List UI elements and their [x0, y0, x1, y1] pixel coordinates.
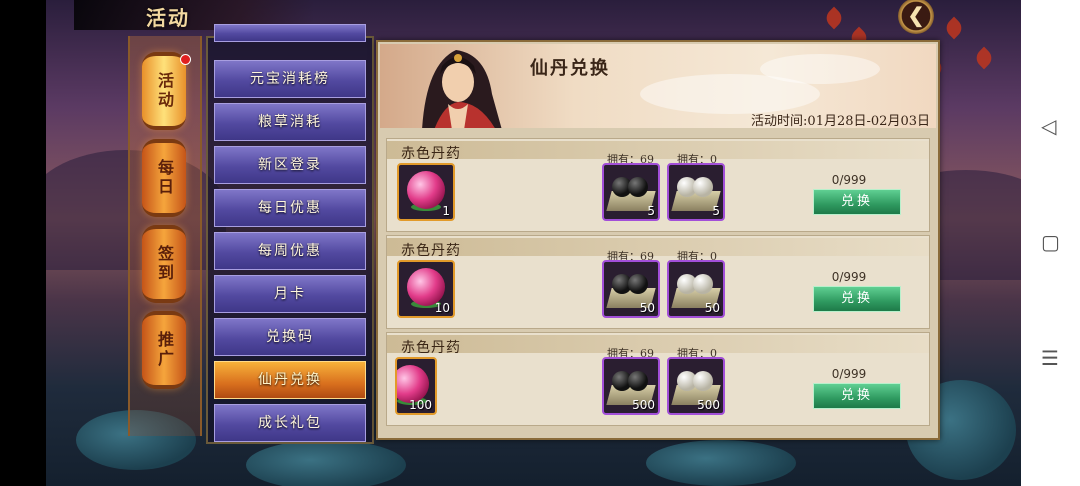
exchange-row: 赤色丹药 1 拥有：69 拥有：0 5 5 0/999 兑换: [386, 138, 930, 232]
white-pellet-icon: [693, 371, 713, 391]
lotus-pad-decor: [646, 440, 796, 486]
cost-quantity: 500: [697, 398, 720, 412]
cost-item-slot[interactable]: 50: [602, 260, 660, 318]
cost-item-slot[interactable]: 5: [602, 163, 660, 221]
menu-item-daily-deal[interactable]: 每日优惠: [214, 189, 366, 227]
page-title: 活动: [146, 6, 190, 30]
character-portrait: [422, 50, 502, 128]
exchange-button[interactable]: 兑换: [813, 383, 901, 409]
lantern-tab-daily[interactable]: 每日: [142, 139, 186, 217]
maple-leaf-decor: [822, 6, 846, 30]
exchange-count: 0/999: [831, 367, 867, 381]
reward-quantity: 1: [442, 204, 450, 218]
back-button[interactable]: ❮: [898, 0, 934, 34]
exchange-button[interactable]: 兑换: [813, 286, 901, 312]
menu-item-growth-pack[interactable]: 成长礼包: [214, 404, 366, 442]
reward-quantity: 10: [434, 301, 450, 315]
cloud-decor: [760, 54, 880, 84]
nav-menu-icon[interactable]: ☰: [1041, 346, 1059, 370]
menu-item-partial[interactable]: [214, 24, 366, 42]
black-pellet-icon: [628, 371, 648, 391]
lantern-tab-promotion[interactable]: 推广: [142, 311, 186, 389]
exchange-count: 0/999: [831, 270, 867, 284]
banner-title: 仙丹兑换: [530, 58, 610, 79]
menu-item-new-login[interactable]: 新区登录: [214, 146, 366, 184]
black-pellet-icon: [628, 177, 648, 197]
cost-quantity: 5: [712, 204, 720, 218]
event-banner: 仙丹兑换 活动时间:01月28日-02月03日: [380, 44, 936, 128]
menu-item-weekly-deal[interactable]: 每周优惠: [214, 232, 366, 270]
menu-item-redeem-code[interactable]: 兑换码: [214, 318, 366, 356]
exchange-row: 赤色丹药 10 拥有：69 拥有：0 50 50 0/999 兑换: [386, 235, 930, 329]
maple-leaf-decor: [972, 46, 996, 70]
event-time: 活动时间:01月28日-02月03日: [751, 114, 930, 128]
menu-item-yuanbao-rank[interactable]: 元宝消耗榜: [214, 60, 366, 98]
reward-item-slot[interactable]: 1: [397, 163, 455, 221]
row-header: 赤色丹药: [387, 141, 929, 162]
row-title: 赤色丹药: [401, 340, 461, 356]
cost-quantity: 50: [639, 301, 655, 315]
red-elixir-icon: [407, 171, 445, 209]
cost-item-slot[interactable]: 500: [602, 357, 660, 415]
lantern-tab-activity[interactable]: 活动: [142, 52, 186, 130]
row-header: 赤色丹药: [387, 238, 929, 259]
screen: 活动 ❮ 活动 每日 签到 推广 元宝消耗榜 粮草消耗 新区登录 每日优惠 每周…: [0, 0, 1080, 486]
menu-item-month-card[interactable]: 月卡: [214, 275, 366, 313]
cost-item-slot[interactable]: 5: [667, 163, 725, 221]
cost-quantity: 5: [647, 204, 655, 218]
cost-quantity: 50: [704, 301, 720, 315]
row-title: 赤色丹药: [401, 243, 461, 259]
notification-badge: [180, 54, 191, 65]
back-arrow-icon: ❮: [907, 3, 925, 27]
menu-item-elixir-exchange[interactable]: 仙丹兑换: [214, 361, 366, 399]
exchange-count: 0/999: [831, 173, 867, 187]
row-header: 赤色丹药: [387, 335, 929, 356]
white-pellet-icon: [693, 274, 713, 294]
game-area: 活动 ❮ 活动 每日 签到 推广 元宝消耗榜 粮草消耗 新区登录 每日优惠 每周…: [46, 0, 1021, 486]
reward-item-slot[interactable]: 100: [395, 357, 437, 415]
lotus-pad-decor: [246, 440, 406, 486]
cost-item-slot[interactable]: 500: [667, 357, 725, 415]
row-title: 赤色丹药: [401, 146, 461, 162]
nav-back-icon[interactable]: ◁: [1041, 114, 1056, 138]
white-pellet-icon: [693, 177, 713, 197]
black-pellet-icon: [628, 274, 648, 294]
maple-leaf-decor: [942, 16, 966, 40]
cost-quantity: 500: [632, 398, 655, 412]
exchange-row: 赤色丹药 100 拥有：69 拥有：0 500 500 0/999 兑换: [386, 332, 930, 426]
reward-item-slot[interactable]: 10: [397, 260, 455, 318]
cost-item-slot[interactable]: 50: [667, 260, 725, 318]
system-navigation-bar: ◁ ▢ ☰: [1021, 0, 1080, 486]
exchange-button[interactable]: 兑换: [813, 189, 901, 215]
nav-home-icon[interactable]: ▢: [1041, 230, 1060, 254]
exchange-panel: 仙丹兑换 活动时间:01月28日-02月03日 赤色丹药 1 拥有：69 拥有：…: [376, 40, 940, 440]
lantern-tab-checkin[interactable]: 签到: [142, 225, 186, 303]
menu-item-provisions[interactable]: 粮草消耗: [214, 103, 366, 141]
activity-menu: 元宝消耗榜 粮草消耗 新区登录 每日优惠 每周优惠 月卡 兑换码 仙丹兑换 成长…: [206, 24, 374, 444]
reward-quantity: 100: [409, 398, 432, 412]
